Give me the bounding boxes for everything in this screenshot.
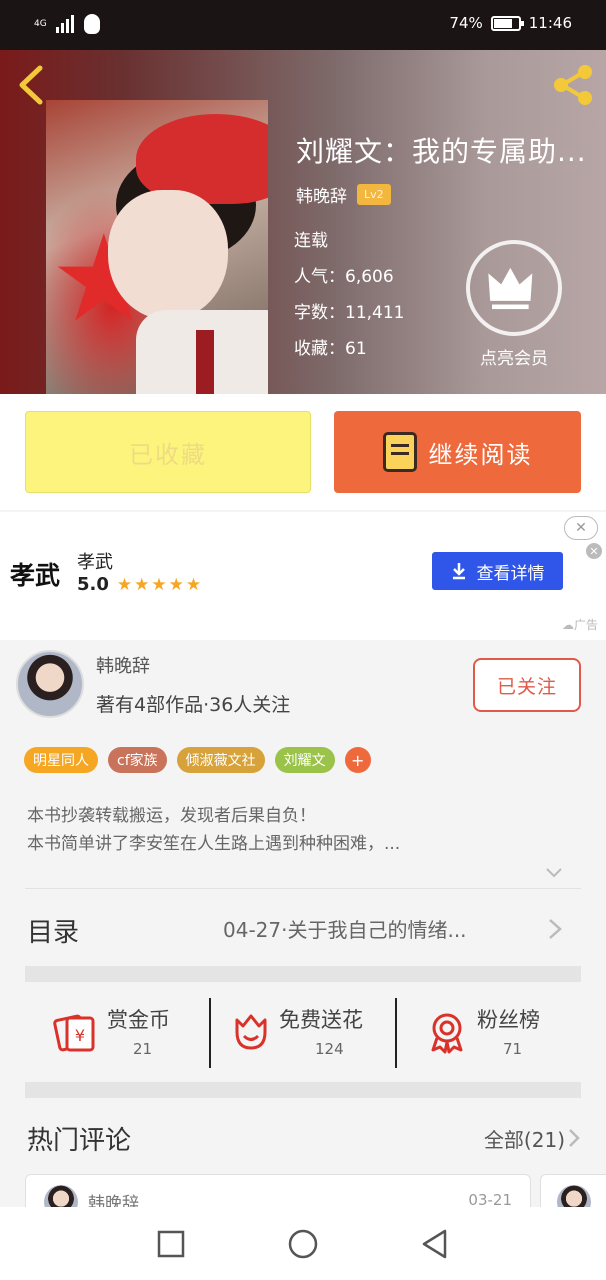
stats-row: ¥ 赏金币 21 免费送花 124 粉丝榜 71 [25,998,581,1068]
tag-list: 明星同人 cf家族 倾淑薇文社 刘耀文 + [24,747,371,773]
stat-reward[interactable]: ¥ 赏金币 21 [25,998,209,1068]
stat-label: 赏金币 [107,1008,170,1032]
system-navigation-bar [0,1207,606,1280]
reward-coin-icon: ¥ [53,1014,95,1052]
ad-dismiss-icon[interactable]: ✕ [586,543,602,559]
continue-reading-label: 继续阅读 [428,440,533,469]
toc-latest-chapter: 04-27·关于我自己的情绪... [223,918,467,942]
stat-value: 71 [503,1040,523,1058]
book-title: 刘耀文：我的专属助... [296,135,587,168]
stat-flower[interactable]: 免费送花 124 [209,998,395,1068]
flower-icon [235,1014,267,1050]
book-word-count: 字数：11,411 [294,303,405,323]
summary-line: 本书抄袭转载搬运，发现者后果自负！ [27,806,316,826]
author-level-badge: Lv2 [357,184,391,205]
ad-rating-value: 5.0 [77,574,109,595]
back-nav-icon[interactable] [419,1228,451,1260]
section-separator [25,966,581,982]
book-meta: 连载 人气：6,606 字数：11,411 收藏：61 [294,228,404,372]
summary-line: 本书简单讲了李安笙在人生路上遇到种种困难，... [27,834,401,854]
stat-value: 21 [133,1040,153,1058]
section-separator [25,1082,581,1098]
book-cover-image[interactable]: ★ [46,100,268,394]
svg-text:¥: ¥ [75,1026,85,1045]
ad-app-name: 孝武 [77,552,113,573]
vip-button[interactable]: 点亮会员 [466,240,562,369]
hot-comments-header: 热门评论 全部(21) [25,1118,581,1158]
ad-details-label: 查看详情 [476,563,545,584]
chevron-down-icon[interactable] [545,864,563,882]
star-rating-icon: ★★★★★ [116,574,204,595]
battery-percent: 74% [449,14,483,32]
follow-button[interactable]: 已关注 [473,658,581,712]
download-icon [452,563,465,580]
book-summary: 本书抄袭转载搬运，发现者后果自负！ 本书简单讲了李安笙在人生路上遇到种种困难，.… [27,802,587,858]
recent-apps-icon[interactable] [155,1228,187,1260]
ad-banner[interactable]: 孝武 孝武 5.0 ★★★★★ 查看详情 ✕ ✕ ☁广告 [0,512,606,640]
collected-button[interactable]: 已收藏 [25,411,311,493]
signal-icon [56,15,74,33]
book-status: 连载 [294,231,328,251]
ad-close-button[interactable]: ✕ [564,516,598,540]
toc-label: 目录 [27,918,80,948]
network-type: 4G [34,18,47,29]
table-of-contents-row[interactable]: 目录 04-27·关于我自己的情绪... [25,890,581,966]
book-icon [382,432,417,472]
stat-label: 免费送花 [279,1008,363,1032]
collected-label: 已收藏 [129,440,207,469]
add-tag-button[interactable]: + [344,747,371,773]
crown-icon [466,240,562,336]
divider [25,888,581,889]
chevron-right-icon[interactable] [567,1128,581,1148]
author-card-description: 著有4部作品·36人关注 [96,694,291,716]
ad-logo: 孝武 [10,561,61,590]
medal-icon [431,1013,463,1054]
tag-item[interactable]: 刘耀文 [274,747,335,773]
back-icon[interactable] [14,64,48,106]
book-favorites: 收藏：61 [294,339,367,359]
book-author[interactable]: 韩晚辞 [296,182,347,207]
hot-comments-title: 热门评论 [27,1126,132,1156]
qq-notification-icon [84,14,100,34]
vip-label: 点亮会员 [480,349,548,369]
all-comments-link[interactable]: 全部(21) [484,1124,565,1153]
action-bar: 已收藏 继续阅读 [0,394,606,510]
stat-value: 124 [315,1040,344,1058]
home-icon[interactable] [287,1228,319,1260]
author-card-name[interactable]: 韩晚辞 [96,652,150,678]
book-header: ★ 刘耀文：我的专属助... 韩晚辞 Lv2 连载 人气：6,606 字数：11… [0,50,606,394]
share-icon[interactable] [550,62,596,108]
clock: 11:46 [528,14,572,32]
tag-item[interactable]: 明星同人 [24,747,98,773]
author-card: 韩晚辞 著有4部作品·36人关注 已关注 [0,640,606,734]
stat-label: 粉丝榜 [477,1008,540,1032]
tag-item[interactable]: 倾淑薇文社 [176,747,265,773]
author-avatar[interactable] [16,650,84,718]
ad-label: ☁广告 [561,618,598,632]
ad-rating: 5.0 ★★★★★ [77,574,203,595]
stat-fans[interactable]: 粉丝榜 71 [395,998,581,1068]
battery-icon [490,15,524,31]
ad-details-button[interactable]: 查看详情 [432,552,563,590]
status-bar: 4G 74% 11:46 [0,0,606,50]
continue-reading-button[interactable]: 继续阅读 [334,411,581,493]
chevron-right-icon [549,919,562,939]
tag-item[interactable]: cf家族 [108,747,167,773]
book-popularity: 人气：6,606 [294,267,394,287]
